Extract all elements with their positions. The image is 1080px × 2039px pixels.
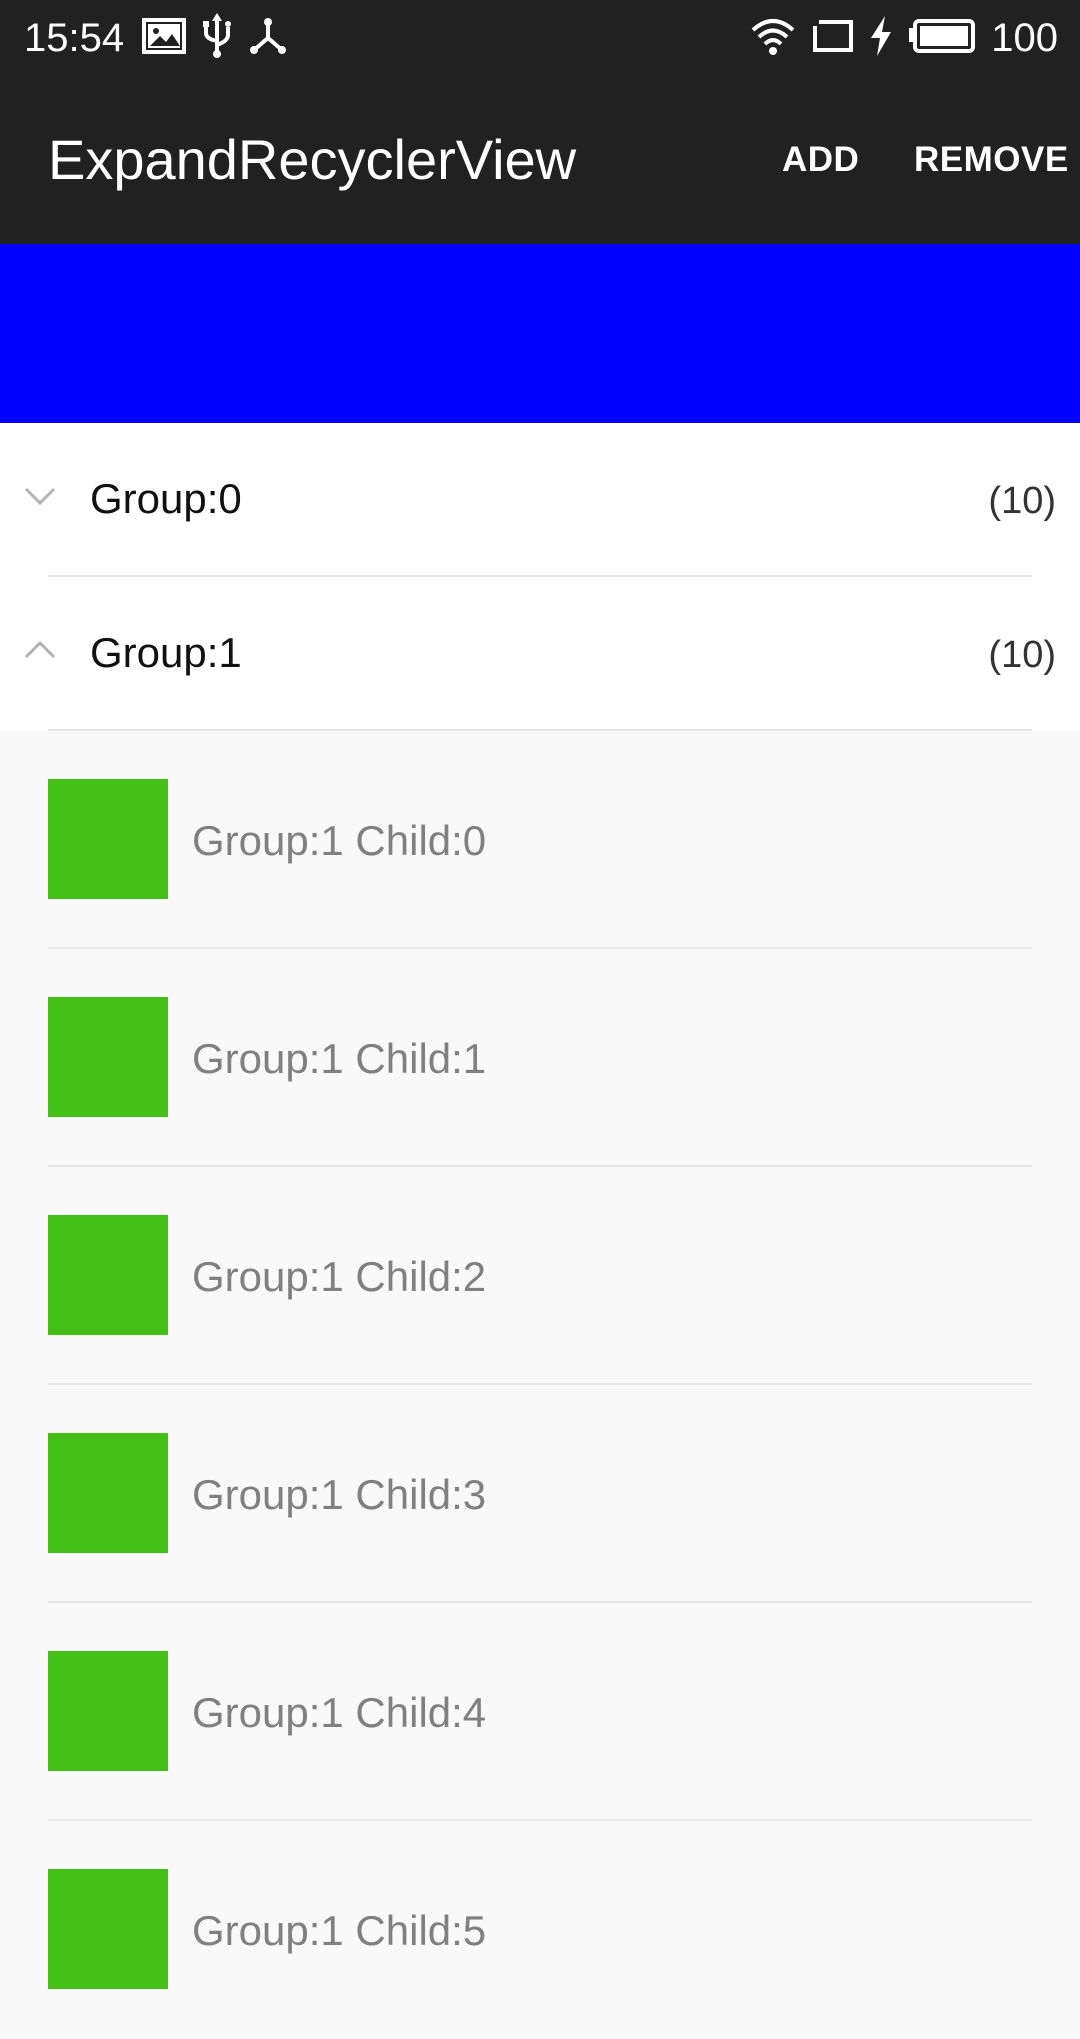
usb-icon — [200, 12, 234, 64]
status-time: 15:54 — [24, 16, 125, 60]
child-thumbnail — [48, 1869, 168, 1989]
child-row[interactable]: Group:1 Child:2 — [0, 1167, 1080, 1385]
child-title: Group:1 Child:0 — [192, 817, 487, 864]
chevron-up-icon — [20, 629, 60, 669]
header-banner — [0, 244, 1080, 423]
child-title: Group:1 Child:3 — [192, 1471, 487, 1518]
child-row[interactable]: Group:1 Child:5 — [0, 1821, 1080, 2039]
child-row[interactable]: Group:1 Child:3 — [0, 1385, 1080, 1603]
child-row[interactable]: Group:1 Child:0 — [0, 731, 1080, 949]
status-right-icons: 100 — [749, 10, 1058, 66]
remove-button[interactable]: REMOVE — [914, 138, 1069, 182]
child-title: Group:1 Child:2 — [192, 1253, 487, 1300]
expandable-list[interactable]: Group:0 (10) Group:1 (10) Group:1 Child:… — [0, 423, 1080, 2039]
group-title: Group:0 — [90, 475, 242, 522]
group-title: Group:1 — [90, 629, 242, 676]
battery-level: 100 — [991, 16, 1058, 60]
group-row[interactable]: Group:1 (10) — [0, 577, 1080, 731]
share-icon — [248, 16, 288, 61]
add-button[interactable]: ADD — [782, 138, 859, 182]
child-title: Group:1 Child:4 — [192, 1689, 487, 1736]
battery-icon — [907, 18, 977, 59]
cast-icon — [811, 18, 855, 59]
app-bar: ExpandRecyclerView ADD REMOVE — [0, 76, 1080, 244]
child-title: Group:1 Child:1 — [192, 1035, 487, 1082]
group-row[interactable]: Group:0 (10) — [0, 423, 1080, 577]
group-count: (10) — [988, 480, 1056, 522]
group-count: (10) — [988, 634, 1056, 676]
child-thumbnail — [48, 779, 168, 899]
status-bar: 15:54 100 — [0, 0, 1080, 76]
charging-bolt-icon — [869, 15, 893, 61]
child-title: Group:1 Child:5 — [192, 1907, 487, 1954]
chevron-down-icon — [20, 475, 60, 515]
image-icon — [142, 16, 186, 61]
app-title: ExpandRecyclerView — [48, 128, 577, 191]
child-row[interactable]: Group:1 Child:1 — [0, 949, 1080, 1167]
child-thumbnail — [48, 1433, 168, 1553]
status-left-icons — [142, 12, 288, 61]
wifi-icon — [749, 16, 797, 61]
child-thumbnail — [48, 997, 168, 1117]
child-row[interactable]: Group:1 Child:4 — [0, 1603, 1080, 1821]
child-thumbnail — [48, 1215, 168, 1335]
child-thumbnail — [48, 1651, 168, 1771]
